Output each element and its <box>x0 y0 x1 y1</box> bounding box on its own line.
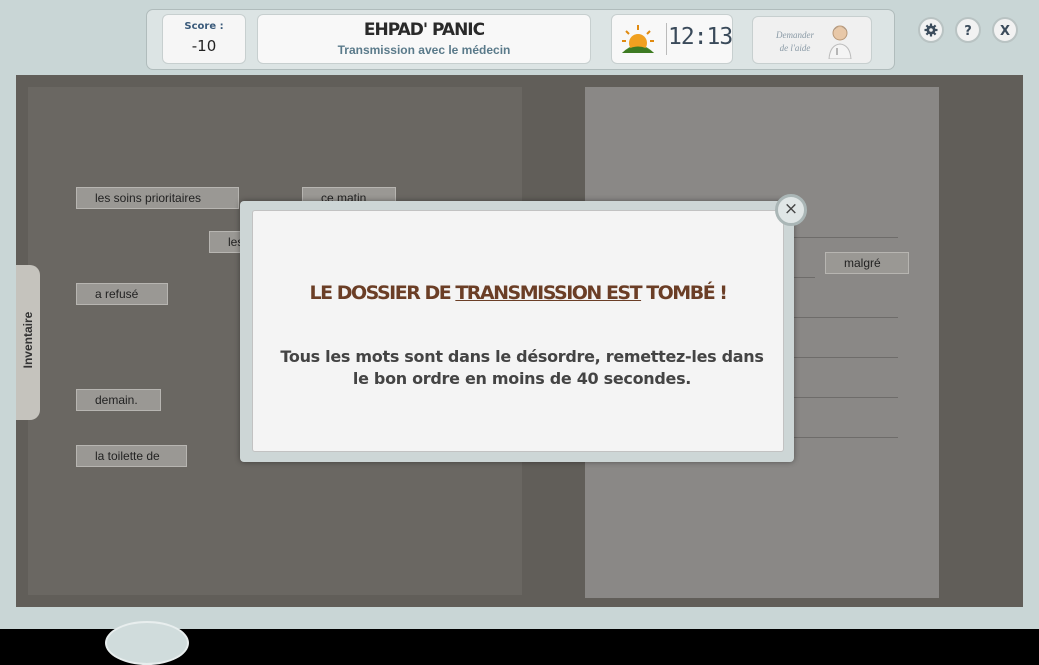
settings-button[interactable] <box>918 17 944 43</box>
doctor-avatar-icon <box>828 25 852 59</box>
clock-panel: 12:13 <box>611 14 733 64</box>
level-subtitle: Transmission avec le médecin <box>337 43 511 57</box>
inventory-tab[interactable]: Inventaire <box>16 265 40 420</box>
bottom-control[interactable] <box>105 621 189 665</box>
answer-slot[interactable] <box>790 357 898 358</box>
gear-icon <box>924 23 938 37</box>
word-tile[interactable]: malgré <box>825 252 909 274</box>
word-tile[interactable]: demain. <box>76 389 161 411</box>
score-label: Score : <box>184 21 224 32</box>
sunrise-icon <box>622 25 654 53</box>
score-value: -10 <box>191 37 217 55</box>
title-panel: EHPAD' PANIC Transmission avec le médeci… <box>257 14 591 64</box>
modal-title: LE DOSSIER DE TRANSMISSION EST TOMBÉ ! <box>309 282 728 304</box>
game-title: EHPAD' PANIC <box>363 20 485 40</box>
answer-slot[interactable] <box>790 437 898 438</box>
modal-dialog <box>252 210 784 452</box>
inventory-label: Inventaire <box>21 311 35 369</box>
score-panel: Score : -10 <box>162 14 246 64</box>
quit-button[interactable]: X <box>992 17 1018 43</box>
modal-close-button[interactable]: × <box>775 194 807 226</box>
answer-slot[interactable] <box>790 317 898 318</box>
game-clock: 12:13 <box>668 24 733 50</box>
clock-divider <box>666 23 667 55</box>
answer-slot[interactable] <box>790 237 898 238</box>
ask-help-label: Demander de l'aide <box>776 30 814 53</box>
word-tile[interactable]: la toilette de <box>76 445 187 467</box>
word-tile[interactable]: les soins prioritaires <box>76 187 239 209</box>
modal-message: Tous les mots sont dans le désordre, rem… <box>280 347 764 388</box>
answer-slot[interactable] <box>790 397 898 398</box>
word-tile[interactable]: a refusé <box>76 283 168 305</box>
ask-help-button[interactable]: Demander de l'aide <box>752 16 872 64</box>
help-button[interactable]: ? <box>955 17 981 43</box>
